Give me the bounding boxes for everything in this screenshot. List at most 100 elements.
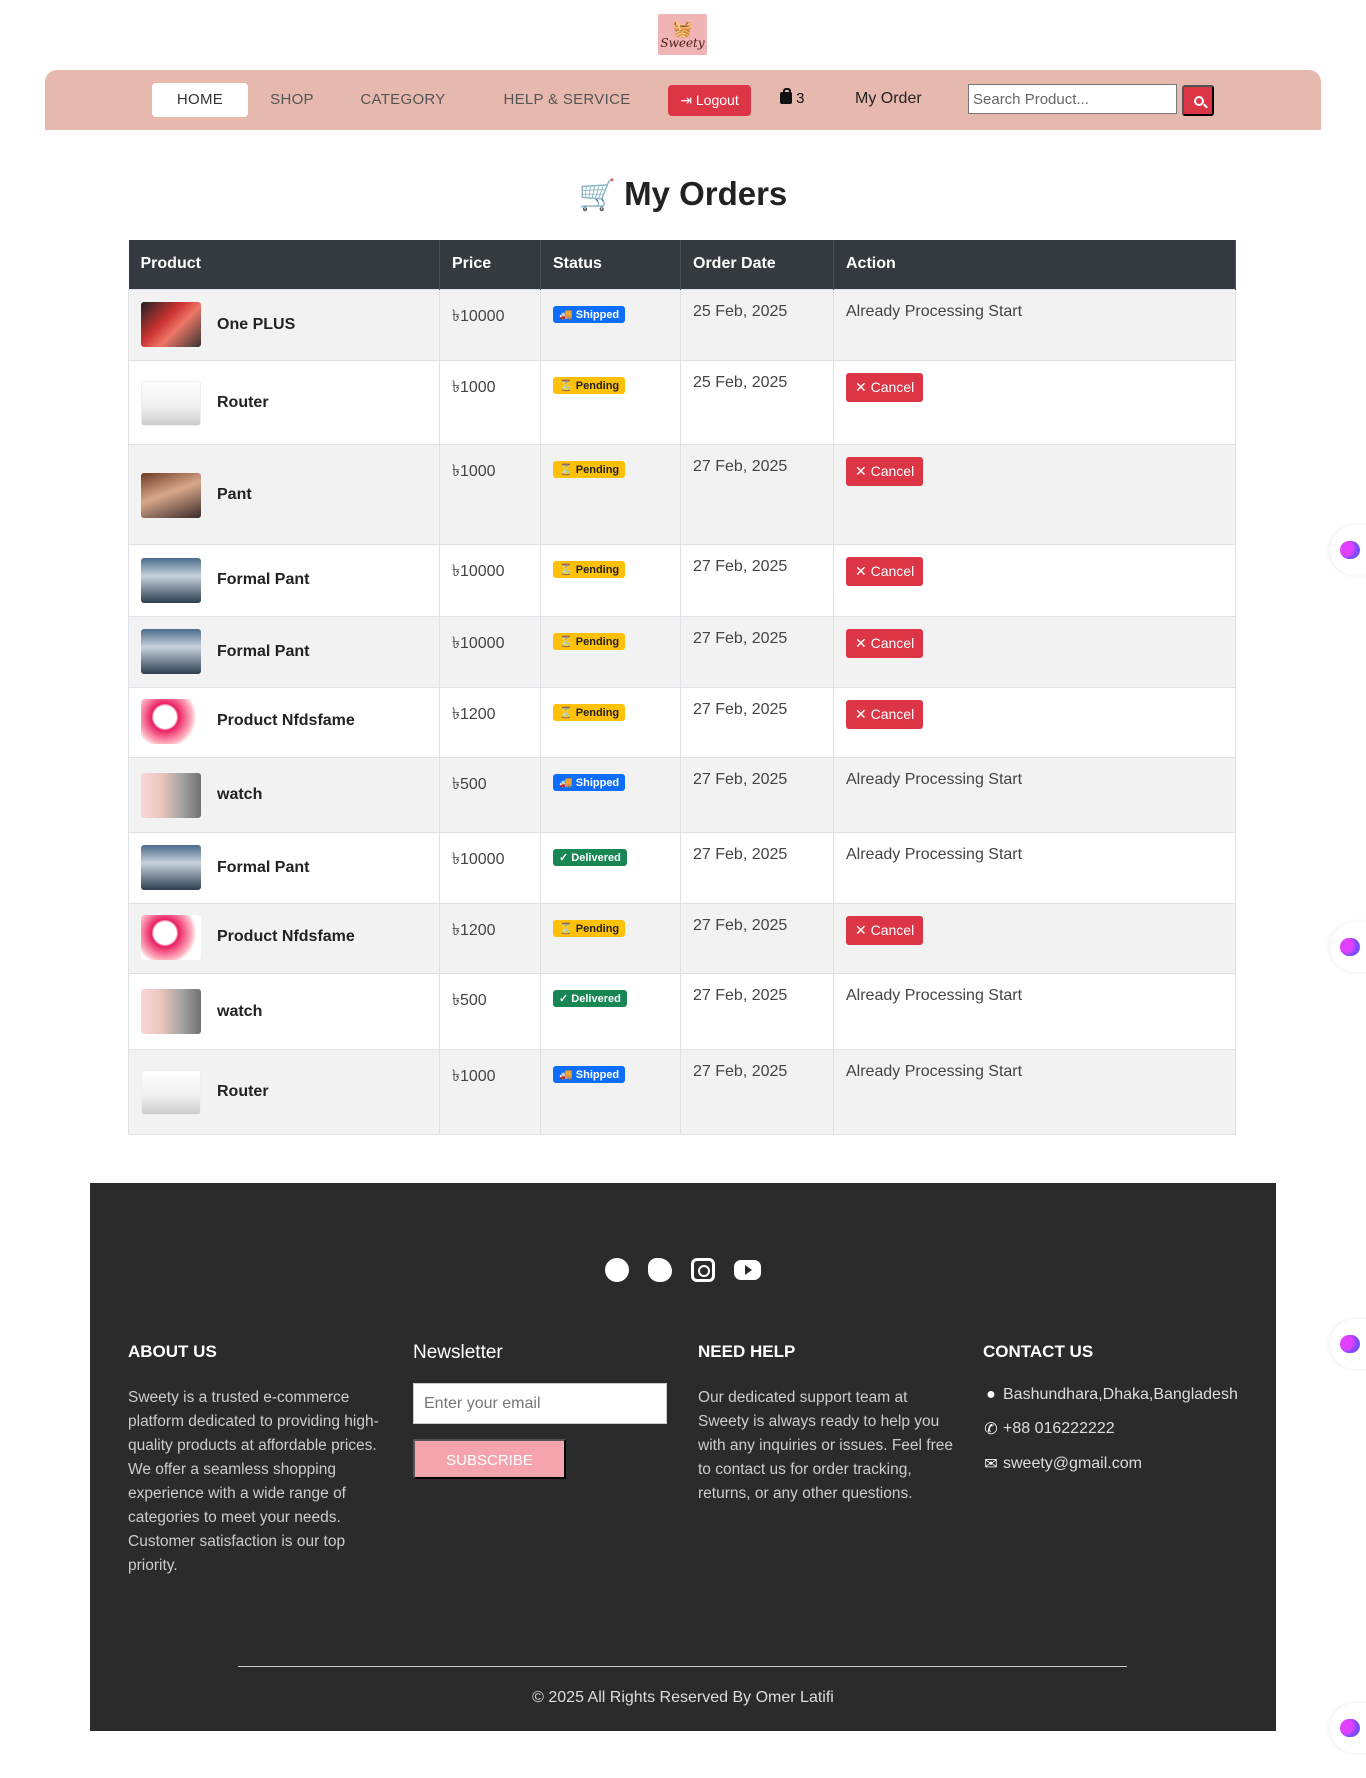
product-info: Product Nfdsfame xyxy=(141,914,427,960)
price-cell: ৳10000 xyxy=(439,615,541,688)
nav-shop[interactable]: SHOP xyxy=(267,83,317,117)
status-badge: 🚚 Shipped xyxy=(553,773,626,791)
help-section: NEED HELP Our dedicated support team at … xyxy=(698,1342,958,1506)
status-cell: 🚚 Shipped xyxy=(540,1048,681,1135)
footer-divider xyxy=(238,1666,1127,1667)
cancel-order-button[interactable]: ✕ Cancel xyxy=(846,373,924,402)
pending-icon: ⏳ xyxy=(559,564,576,576)
cancel-order-button[interactable]: ✕ Cancel xyxy=(846,628,924,658)
facebook-icon[interactable] xyxy=(605,1258,629,1282)
nav-help-service[interactable]: HELP & SERVICE xyxy=(492,83,642,117)
status-badge: ✓ Delivered xyxy=(553,989,627,1007)
shopping-cart-icon: 🛒 xyxy=(578,179,617,212)
status-cell: ✓ Delivered xyxy=(540,831,681,904)
help-title: NEED HELP xyxy=(698,1342,796,1361)
product-image[interactable] xyxy=(141,989,201,1034)
table-row: Pant ৳1000 ⏳ Pending 27 Feb, 2025 ✕ Canc… xyxy=(128,444,1236,545)
assistant-widget[interactable] xyxy=(1330,1703,1366,1753)
youtube-icon[interactable] xyxy=(734,1260,761,1280)
product-name: Pant xyxy=(217,486,252,503)
product-image[interactable] xyxy=(141,914,201,960)
product-name: Formal Pant xyxy=(217,571,310,588)
delivered-icon: ✓ xyxy=(559,992,572,1005)
action-cell: Already Processing Start xyxy=(833,1048,1236,1135)
order-date-cell: 27 Feb, 2025 xyxy=(680,544,834,617)
search-input[interactable] xyxy=(968,84,1177,114)
product-image[interactable] xyxy=(141,557,201,603)
instagram-icon[interactable] xyxy=(691,1258,715,1282)
header-action: Action xyxy=(833,240,1236,289)
header-order-date: Order Date xyxy=(680,240,834,289)
basket-icon: 🧺 xyxy=(672,18,693,38)
subscribe-button[interactable]: SUBSCRIBE xyxy=(413,1439,566,1479)
product-image[interactable] xyxy=(141,380,201,426)
product-cell: Router xyxy=(128,360,440,445)
action-cell: Already Processing Start xyxy=(833,972,1236,1050)
product-name: watch xyxy=(217,786,263,803)
brain-icon xyxy=(1340,938,1360,956)
table-row: Router ৳1000 ⏳ Pending 25 Feb, 2025 ✕ Ca… xyxy=(128,360,1236,445)
product-image[interactable] xyxy=(141,698,201,744)
product-name: Formal Pant xyxy=(217,858,310,876)
product-name: Product Nfdsfame xyxy=(217,712,355,729)
assistant-widget[interactable] xyxy=(1330,922,1366,972)
product-image[interactable] xyxy=(141,629,201,674)
table-row: Router ৳1000 🚚 Shipped 27 Feb, 2025 Alre… xyxy=(128,1048,1236,1135)
site-logo[interactable]: 🧺 Sweety xyxy=(658,14,707,55)
product-cell: Formal Pant xyxy=(128,831,440,904)
product-image[interactable] xyxy=(141,1069,201,1115)
cancel-order-button[interactable]: ✕ Cancel xyxy=(846,700,924,729)
status-badge: ✓ Delivered xyxy=(553,848,627,866)
status-badge: 🚚 Shipped xyxy=(553,1065,626,1083)
product-cell: Product Nfdsfame xyxy=(128,903,440,974)
newsletter-section: Newsletter SUBSCRIBE xyxy=(413,1342,673,1479)
header-product: Product xyxy=(128,240,440,289)
search-button[interactable] xyxy=(1182,85,1214,116)
status-cell: ⏳ Pending xyxy=(540,903,681,974)
contact-section: CONTACT US ● Bashundhara,Dhaka,Bangladesh… xyxy=(983,1342,1273,1489)
logout-button[interactable]: ⇥ Logout xyxy=(668,85,751,116)
assistant-widget[interactable] xyxy=(1330,1319,1366,1369)
product-image[interactable] xyxy=(141,772,201,818)
product-image[interactable] xyxy=(141,472,201,518)
product-info: Formal Pant xyxy=(141,629,427,674)
contact-title: CONTACT US xyxy=(983,1342,1094,1361)
action-cell: Already Processing Start xyxy=(833,288,1236,361)
assistant-widget[interactable] xyxy=(1330,525,1366,575)
price-cell: ৳1200 xyxy=(439,903,541,974)
action-cell: ✕ Cancel xyxy=(833,903,1236,974)
newsletter-email-input[interactable] xyxy=(413,1383,667,1424)
status-cell: ⏳ Pending xyxy=(540,444,681,545)
help-text: Our dedicated support team at Sweety is … xyxy=(698,1389,954,1502)
table-row: Product Nfdsfame ৳1200 ⏳ Pending 27 Feb,… xyxy=(128,687,1236,758)
order-date-cell: 25 Feb, 2025 xyxy=(680,288,834,361)
envelope-icon: ✉ xyxy=(984,1456,998,1473)
navbar: HOME SHOP CATEGORY HELP & SERVICE ⇥ Logo… xyxy=(45,70,1321,130)
table-row: watch ৳500 ✓ Delivered 27 Feb, 2025 Alre… xyxy=(128,972,1236,1050)
cancel-order-button[interactable]: ✕ Cancel xyxy=(846,557,924,586)
product-cell: Formal Pant xyxy=(128,544,440,617)
action-status-text: Already Processing Start xyxy=(846,770,1023,788)
table-row: Formal Pant ৳10000 ✓ Delivered 27 Feb, 2… xyxy=(128,831,1236,904)
nav-my-order[interactable]: My Order xyxy=(855,90,922,108)
close-icon: ✕ xyxy=(855,463,871,479)
order-date-cell: 27 Feb, 2025 xyxy=(680,615,834,688)
order-date-cell: 27 Feb, 2025 xyxy=(680,903,834,974)
order-date-cell: 27 Feb, 2025 xyxy=(680,756,834,833)
social-links xyxy=(90,1258,1276,1282)
nav-category[interactable]: CATEGORY xyxy=(353,83,453,117)
pending-icon: ⏳ xyxy=(559,707,576,719)
twitter-icon[interactable] xyxy=(648,1258,672,1282)
cancel-order-button[interactable]: ✕ Cancel xyxy=(846,916,924,945)
order-date-cell: 27 Feb, 2025 xyxy=(680,1048,834,1135)
cart-link[interactable]: 3 xyxy=(780,88,805,107)
action-cell: Already Processing Start xyxy=(833,756,1236,833)
product-image[interactable] xyxy=(141,302,201,347)
product-image[interactable] xyxy=(141,845,201,890)
product-info: Product Nfdsfame xyxy=(141,698,427,744)
nav-home[interactable]: HOME xyxy=(152,83,248,117)
header-price: Price xyxy=(439,240,541,289)
close-icon: ✕ xyxy=(855,706,871,722)
cancel-order-button[interactable]: ✕ Cancel xyxy=(846,457,924,486)
cart-count: 3 xyxy=(796,90,805,107)
